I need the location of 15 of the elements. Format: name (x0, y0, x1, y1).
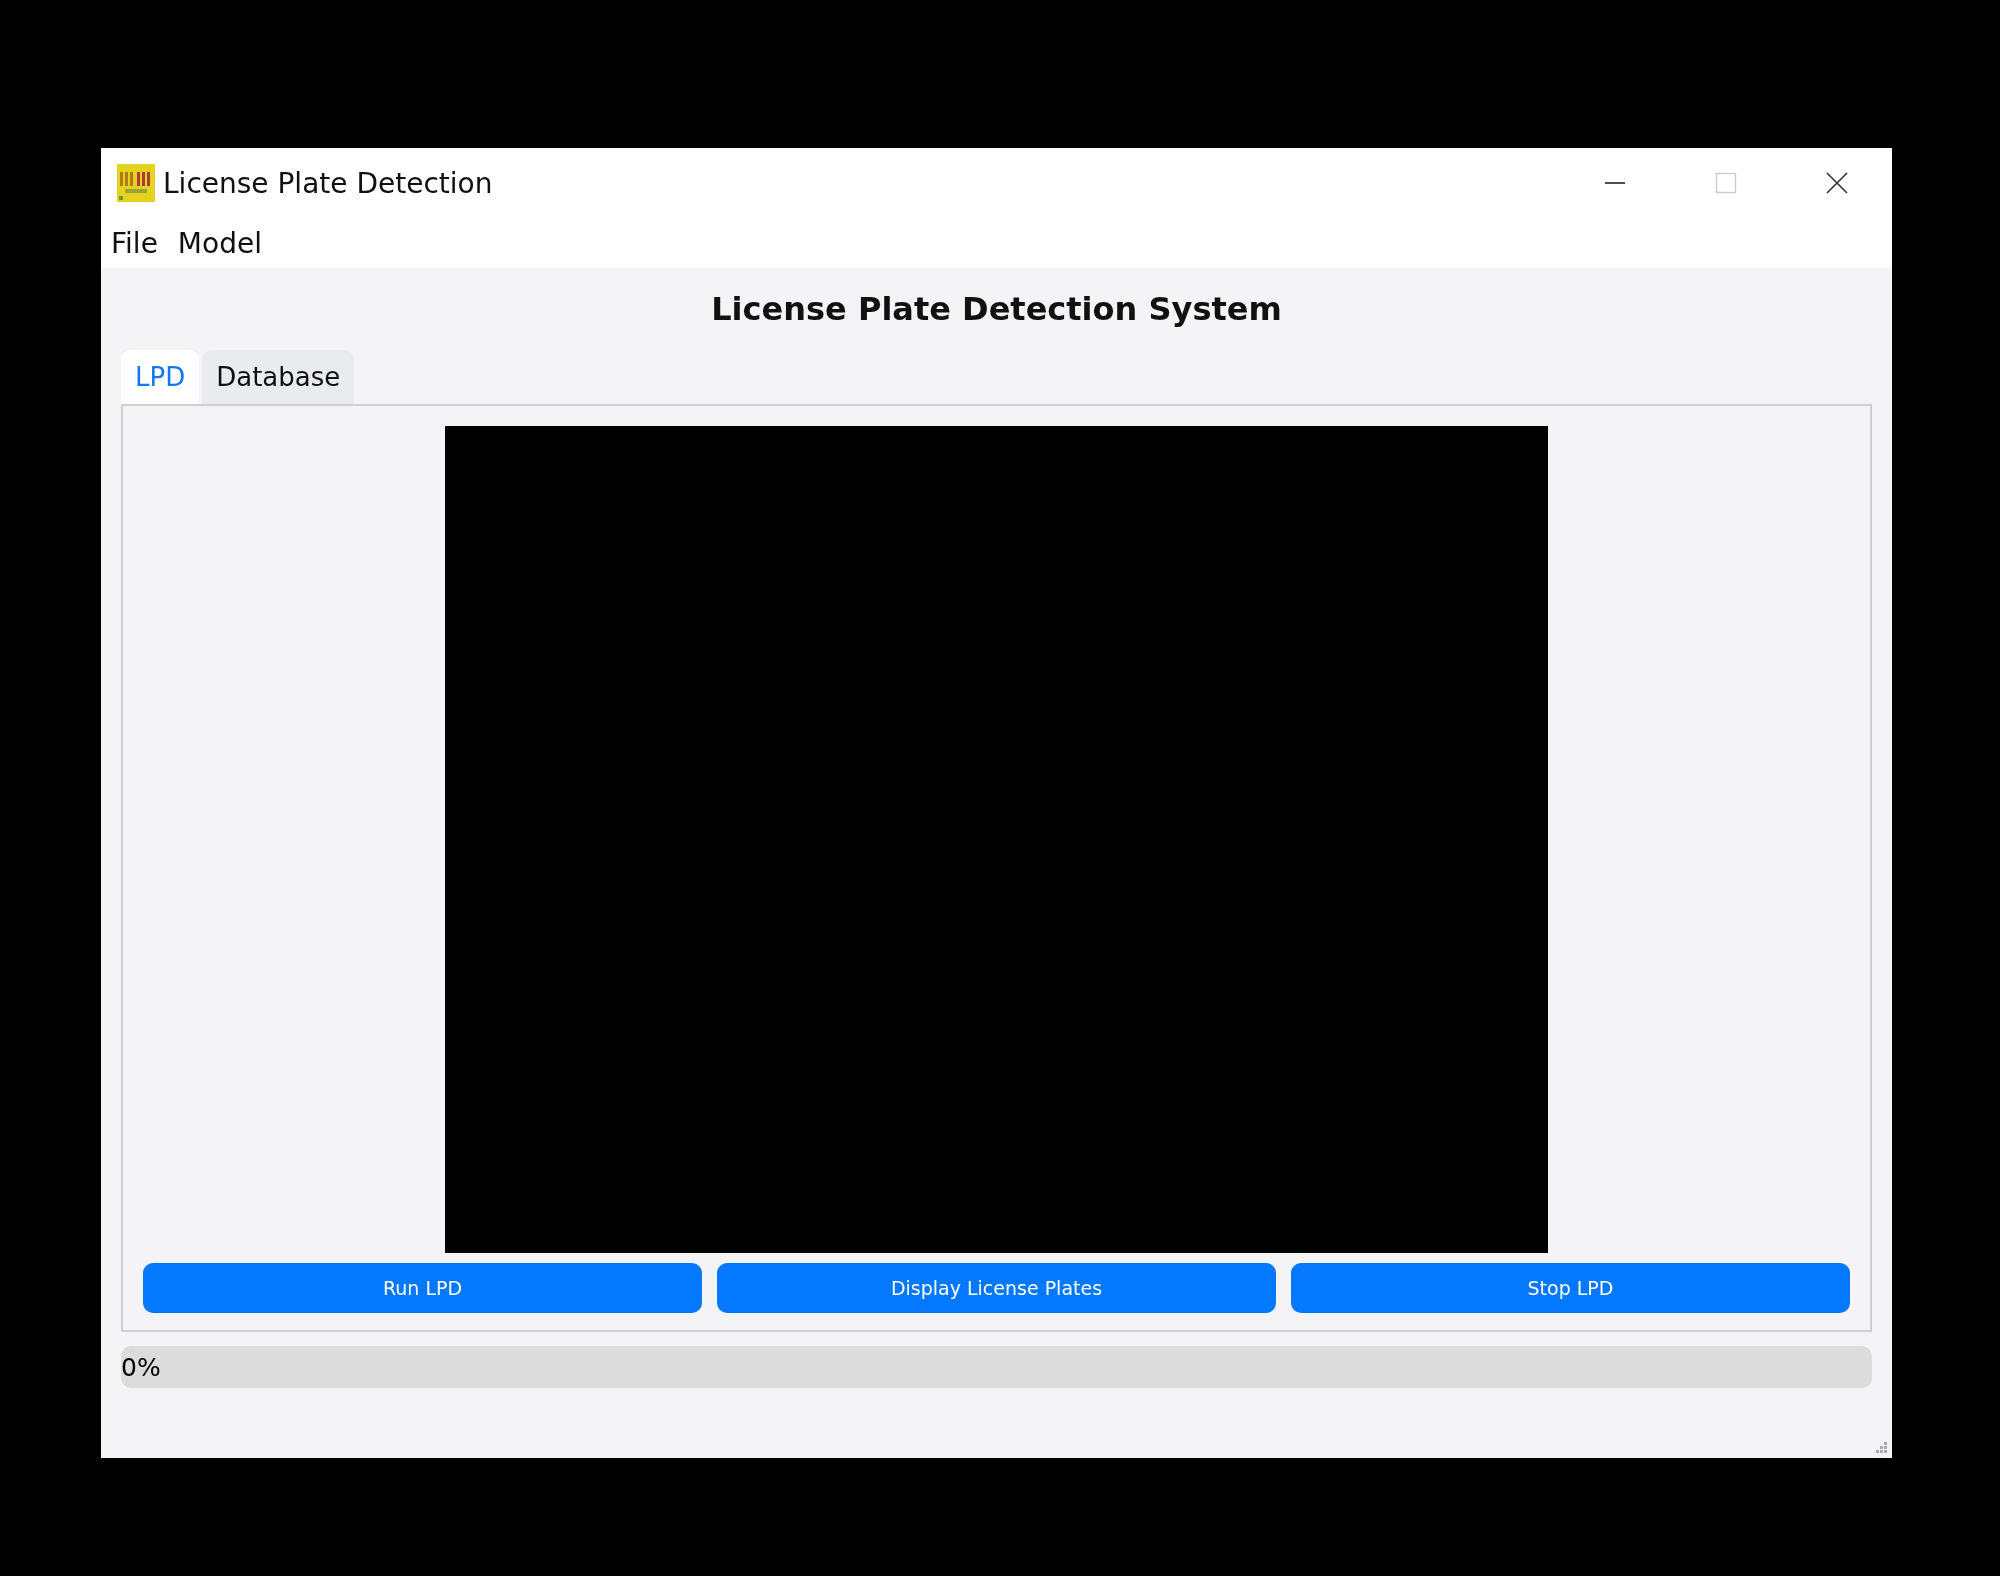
tab[interactable]: LPD (121, 350, 200, 404)
menu-item[interactable]: File (111, 226, 158, 260)
action-button[interactable]: Run LPD (143, 1263, 702, 1313)
minimize-icon (1603, 182, 1626, 184)
maximize-icon (1714, 172, 1737, 194)
action-button[interactable]: Display License Plates (717, 1263, 1276, 1313)
tab[interactable]: Database (202, 350, 355, 404)
close-icon (1824, 171, 1849, 195)
window-title: License Plate Detection (163, 166, 493, 200)
resize-grip-icon (1876, 1442, 1888, 1454)
menu-item[interactable]: Model (177, 226, 262, 260)
action-button[interactable]: Stop LPD (1291, 1263, 1850, 1313)
progress-text: 0% (121, 1352, 161, 1382)
app-heading: License Plate Detection System (710, 290, 1283, 330)
license-plate-icon (117, 164, 155, 202)
